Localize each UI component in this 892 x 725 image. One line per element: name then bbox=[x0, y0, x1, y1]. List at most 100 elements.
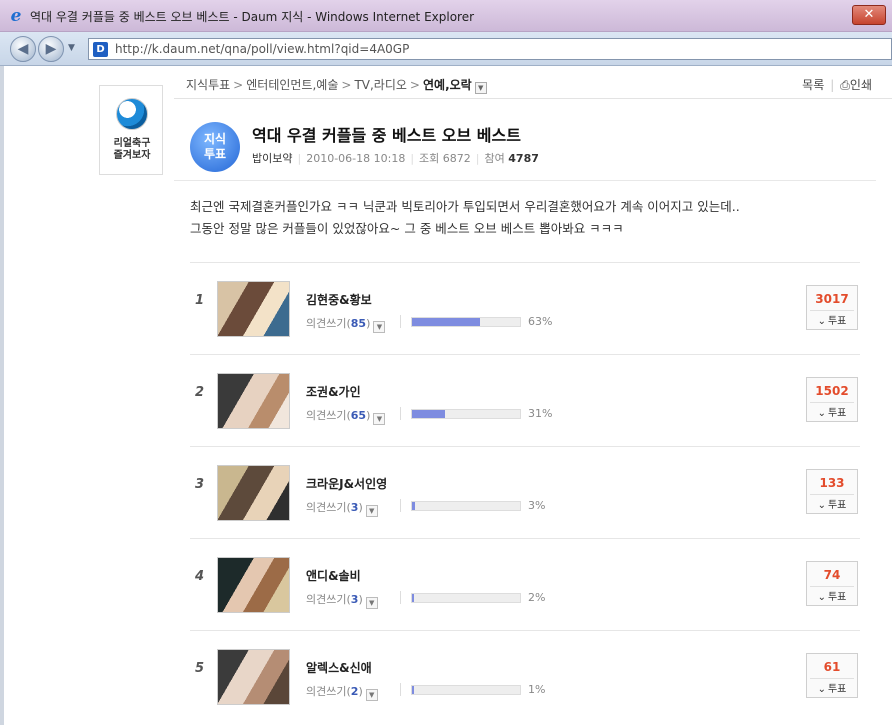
breadcrumb-item-tv-radio[interactable]: TV,라디오 bbox=[354, 78, 406, 92]
soccer-ball-icon bbox=[116, 98, 148, 130]
opinion-link[interactable]: 의견쓰기(3) ▼ bbox=[306, 591, 378, 609]
divider bbox=[810, 678, 854, 679]
opinion-count: 2 bbox=[350, 685, 359, 698]
vote-percent: 3% bbox=[528, 499, 546, 512]
vote-button[interactable]: 투표 bbox=[807, 404, 857, 419]
vote-box[interactable]: 3017 투표 bbox=[806, 285, 858, 330]
poll-item-photo[interactable] bbox=[217, 373, 290, 429]
vote-count: 74 bbox=[823, 568, 841, 582]
forward-button[interactable]: ▶ bbox=[38, 36, 64, 62]
description-line1: 최근엔 국제결혼커플인가요 ㅋㅋ 닉쿤과 빅토리아가 투입되면서 우리결혼했어요… bbox=[190, 199, 740, 214]
divider bbox=[400, 407, 401, 420]
breadcrumb-separator: > bbox=[409, 78, 420, 92]
poll-item: 2 조권&가인의견쓰기(65)▼ 31% 1502 투표 bbox=[190, 354, 860, 446]
breadcrumb-separator: > bbox=[341, 78, 352, 92]
breadcrumb: 지식투표 > 엔터테인먼트,예술 > TV,라디오 > 연예,오락 ▼ bbox=[186, 76, 487, 94]
poll-badge-line1: 지식 bbox=[203, 132, 227, 146]
vote-button[interactable]: 투표 bbox=[807, 312, 857, 327]
url-domain: http://k.daum.net bbox=[115, 42, 221, 56]
meta-divider: | bbox=[410, 152, 415, 165]
divider bbox=[400, 591, 401, 604]
vote-count: 133 bbox=[819, 476, 845, 490]
poll-rank: 5 bbox=[195, 661, 205, 676]
daum-favicon-icon: D bbox=[93, 42, 108, 57]
opinion-dropdown-icon[interactable]: ▼ bbox=[365, 597, 378, 609]
poll-item-photo[interactable] bbox=[217, 281, 290, 337]
top-actions: 목록 | ⎙인쇄 bbox=[802, 76, 872, 93]
vote-button[interactable]: 투표 bbox=[807, 588, 857, 603]
vote-percent: 1% bbox=[528, 683, 546, 696]
vote-button[interactable]: 투표 bbox=[807, 496, 857, 511]
divider bbox=[174, 98, 892, 99]
opinion-dropdown-icon[interactable]: ▼ bbox=[373, 413, 386, 425]
page-content: 리얼축구 즐겨보자 지식투표 > 엔터테인먼트,예술 > TV,라디오 > 연예,오락 ▼ 목… bbox=[0, 66, 892, 725]
vote-box[interactable]: 1502 투표 bbox=[806, 377, 858, 422]
question-meta: 밥이보약 | 2010-06-18 10:18 | 조회 6872 | 참여 4787 bbox=[252, 150, 539, 166]
url-text: http://k.daum.net/qna/poll/view.html?qid… bbox=[115, 42, 409, 56]
opinion-dropdown-icon[interactable]: ▼ bbox=[365, 689, 378, 701]
vote-progress-fill bbox=[412, 686, 414, 694]
opinion-link[interactable]: 의견쓰기(3) ▼ bbox=[306, 499, 378, 517]
opinion-dropdown-icon[interactable]: ▼ bbox=[373, 321, 386, 333]
soccer-banner[interactable]: 리얼축구 즐겨보자 bbox=[99, 85, 163, 175]
poll-item-photo[interactable] bbox=[217, 557, 290, 613]
opinion-dropdown-icon[interactable]: ▼ bbox=[365, 505, 378, 517]
poll-item-name[interactable]: 김현중&황보 bbox=[306, 291, 372, 308]
opinion-link[interactable]: 의견쓰기(65) ▼ bbox=[306, 407, 386, 425]
url-path: /qna/poll/view.html?qid=4A0GP bbox=[220, 42, 410, 56]
back-button[interactable]: ◀ bbox=[10, 36, 36, 62]
poll-item-name[interactable]: 크라운J&서인영 bbox=[306, 475, 387, 492]
vote-progress-bar bbox=[411, 317, 521, 327]
breadcrumb-item-poll[interactable]: 지식투표 bbox=[186, 78, 230, 92]
poll-item-photo[interactable] bbox=[217, 465, 290, 521]
opinion-link[interactable]: 의견쓰기(2) ▼ bbox=[306, 683, 378, 701]
poll-item-photo[interactable] bbox=[217, 649, 290, 705]
vote-box[interactable]: 61 투표 bbox=[806, 653, 858, 698]
breadcrumb-item-entertainment[interactable]: 엔터테인먼트,예술 bbox=[246, 78, 338, 92]
vote-box[interactable]: 74 투표 bbox=[806, 561, 858, 606]
poll-item: 5 알렉스&신애의견쓰기(2)▼ 1% 61 투표 bbox=[190, 630, 860, 722]
divider bbox=[810, 586, 854, 587]
opinion-count: 65 bbox=[350, 409, 367, 422]
opinion-count: 85 bbox=[350, 317, 367, 330]
poll-badge-line2: 투표 bbox=[203, 147, 227, 161]
opinion-label: 의견쓰기 bbox=[306, 685, 347, 698]
vote-progress-bar bbox=[411, 685, 521, 695]
poll-item-name[interactable]: 조권&가인 bbox=[306, 383, 361, 400]
vote-progress-bar bbox=[411, 593, 521, 603]
vote-button[interactable]: 투표 bbox=[807, 680, 857, 695]
list-button[interactable]: 목록 bbox=[802, 78, 824, 92]
window-titlebar: e 역대 우결 커플들 중 베스트 오브 베스트 - Daum 지식 - Win… bbox=[0, 0, 892, 32]
divider bbox=[810, 402, 854, 403]
meta-divider: | bbox=[297, 152, 302, 165]
divider bbox=[810, 494, 854, 495]
vote-count: 61 bbox=[823, 660, 841, 674]
opinion-link[interactable]: 의견쓰기(85) ▼ bbox=[306, 315, 386, 333]
opinion-label: 의견쓰기 bbox=[306, 409, 347, 422]
history-dropdown-icon[interactable]: ▼ bbox=[68, 43, 75, 53]
category-dropdown-icon[interactable]: ▼ bbox=[474, 82, 487, 94]
vote-percent: 2% bbox=[528, 591, 546, 604]
poll-rank: 1 bbox=[195, 293, 205, 308]
breadcrumb-item-current[interactable]: 연예,오락 bbox=[423, 78, 472, 92]
poll-item-name[interactable]: 알렉스&신애 bbox=[306, 659, 372, 676]
vote-box[interactable]: 133 투표 bbox=[806, 469, 858, 514]
print-button[interactable]: 인쇄 bbox=[850, 78, 872, 92]
divider bbox=[400, 683, 401, 696]
participants-count: 4787 bbox=[508, 152, 539, 165]
vote-percent: 31% bbox=[528, 407, 553, 420]
vote-progress-fill bbox=[412, 594, 414, 602]
address-input[interactable]: D http://k.daum.net/qna/poll/view.html?q… bbox=[88, 38, 892, 60]
poll-badge-icon: 지식 투표 bbox=[190, 122, 240, 172]
divider bbox=[174, 180, 876, 181]
opinion-label: 의견쓰기 bbox=[306, 501, 347, 514]
actions-divider: | bbox=[830, 78, 835, 92]
author-name[interactable]: 밥이보약 bbox=[252, 152, 292, 165]
poll-list: 1 김현중&황보의견쓰기(85)▼ 63% 3017 투표 2 조권&가인의견쓰기(65)▼… bbox=[190, 262, 860, 722]
poll-item-name[interactable]: 앤디&솔비 bbox=[306, 567, 361, 584]
vote-progress-bar bbox=[411, 501, 521, 511]
window-close-button[interactable]: ✕ bbox=[852, 5, 886, 25]
opinion-label: 의견쓰기 bbox=[306, 593, 347, 606]
print-icon[interactable]: ⎙ bbox=[840, 78, 850, 92]
opinion-label: 의견쓰기 bbox=[306, 317, 347, 330]
